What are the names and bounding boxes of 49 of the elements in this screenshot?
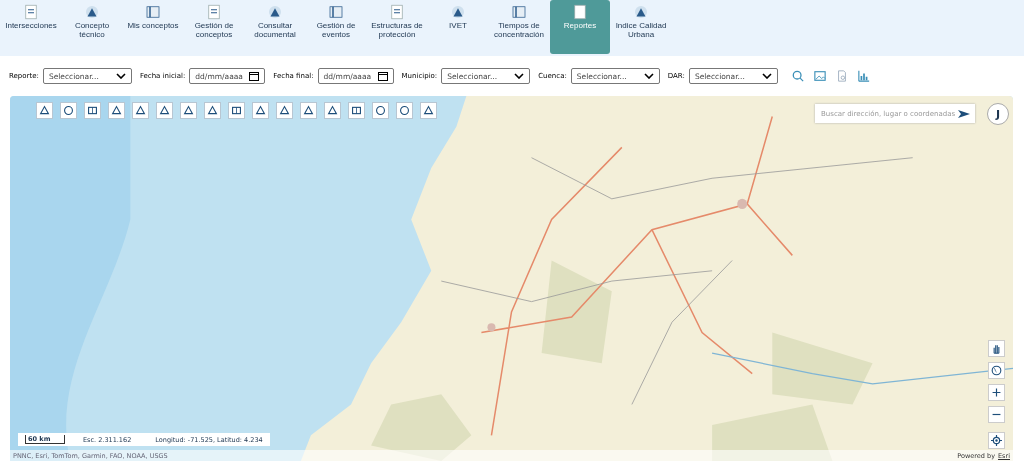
nav-tab[interactable]: Gestión de conceptos	[184, 0, 244, 54]
map-tool-button[interactable]	[84, 102, 101, 119]
search-icon[interactable]	[791, 70, 804, 82]
nav-tab[interactable]: Gestión de eventos	[306, 0, 366, 54]
nav-tab[interactable]: Mis conceptos	[123, 0, 183, 54]
nav-tab[interactable]: Intersecciones	[1, 0, 61, 54]
map-tool-button[interactable]	[108, 102, 125, 119]
document-illustration-icon	[449, 3, 467, 21]
chevron-down-icon	[115, 73, 126, 79]
document-illustration-icon	[205, 3, 223, 21]
map-tool-button[interactable]	[396, 102, 413, 119]
map-tool-button[interactable]	[228, 102, 245, 119]
zoom-in-button[interactable]	[988, 384, 1005, 401]
map-tool-button[interactable]	[300, 102, 317, 119]
map-tool-button[interactable]	[60, 102, 77, 119]
map-tool-button[interactable]	[180, 102, 197, 119]
map-tool-button[interactable]	[420, 102, 437, 119]
chevron-down-icon	[514, 73, 525, 79]
image-icon[interactable]	[813, 70, 826, 82]
nav-tab[interactable]: Concepto técnico	[62, 0, 122, 54]
map-tool-button[interactable]	[348, 102, 365, 119]
map-tool-button[interactable]	[36, 102, 53, 119]
bar-chart-icon[interactable]	[857, 70, 870, 82]
zoom-out-button[interactable]	[988, 406, 1005, 423]
map-tool-button[interactable]	[252, 102, 269, 119]
plus-icon	[991, 387, 1002, 398]
nav-tab[interactable]: Consultar documental	[245, 0, 305, 54]
map-tool-button[interactable]	[204, 102, 221, 119]
calendar-icon	[249, 71, 260, 81]
split-view-icon	[351, 105, 362, 116]
map-tool-button[interactable]	[276, 102, 293, 119]
nav-tab[interactable]: IVET	[428, 0, 488, 54]
map-tool-button[interactable]	[372, 102, 389, 119]
globe-icon	[991, 365, 1002, 376]
map-tool-button[interactable]	[324, 102, 341, 119]
calendar-icon	[377, 71, 388, 81]
map-tool-button[interactable]	[156, 102, 173, 119]
hand-icon	[991, 343, 1002, 354]
send-icon[interactable]	[957, 108, 971, 119]
crosshair-icon	[991, 435, 1002, 446]
locate-button[interactable]	[988, 432, 1005, 449]
nav-tab[interactable]: Estructuras de protección	[367, 0, 427, 54]
nav-tab[interactable]: Tiempos de concentración	[489, 0, 549, 54]
chevron-down-icon	[761, 73, 772, 79]
map-tool-button[interactable]	[132, 102, 149, 119]
chevron-down-icon	[643, 73, 654, 79]
nav-tab[interactable]: Indice Calidad Urbana	[611, 0, 671, 54]
globe-button[interactable]	[988, 362, 1005, 379]
pan-button[interactable]	[988, 340, 1005, 357]
